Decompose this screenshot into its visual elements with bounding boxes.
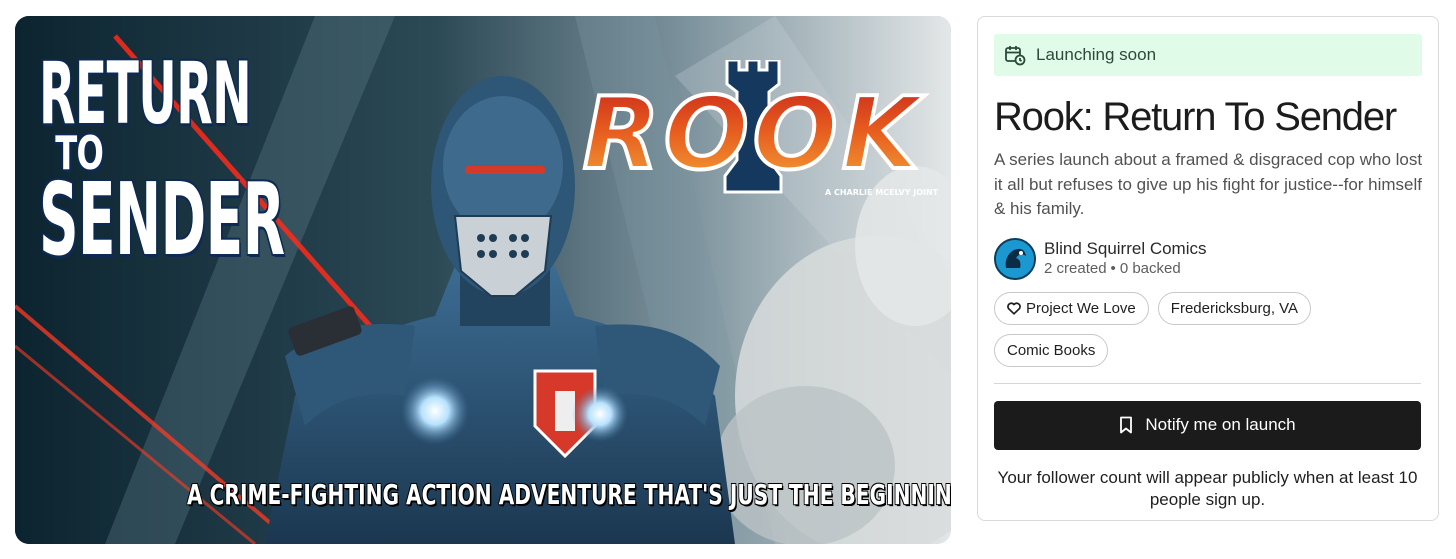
creator-block[interactable]: Blind Squirrel Comics 2 created • 0 backed (994, 237, 1422, 280)
project-info-card: Launching soon Rook: Return To Sender A … (977, 16, 1439, 521)
tag-label: Fredericksburg, VA (1170, 299, 1299, 317)
tag-label: Comic Books (1007, 341, 1096, 359)
creator-stats: 2 created • 0 backed (1044, 259, 1207, 279)
follower-count-notice: Your follower count will appear publicly… (997, 467, 1418, 509)
creator-avatar[interactable] (994, 237, 1036, 280)
creator-name[interactable]: Blind Squirrel Comics (1044, 238, 1207, 259)
project-hero-image[interactable]: RETURN TO SENDER ROOK A CHARLIE MCELVY J… (15, 16, 951, 544)
rook-logo: ROOK A CHARLIE MCELVY JOINT (567, 60, 939, 200)
notify-me-button[interactable]: Notify me on launch (994, 400, 1421, 450)
notify-me-label: Notify me on launch (1145, 415, 1296, 434)
tag-label: Project We Love (1026, 299, 1136, 317)
stats-separator: • (1110, 260, 1116, 277)
project-title: Rook: Return To Sender (994, 95, 1397, 139)
logo-title-line1: RETURN (39, 44, 252, 144)
calendar-clock-icon (1004, 44, 1026, 66)
tag-project-we-love[interactable]: Project We Love (994, 291, 1149, 325)
project-tags: Project We Love Fredericksburg, VA Comic… (994, 291, 1426, 376)
divider (994, 382, 1421, 384)
rook-logo-credit: A CHARLIE MCELVY JOINT (825, 188, 939, 197)
creator-created-count: 2 created (1044, 260, 1107, 277)
rook-logo-text: ROOK (567, 78, 939, 190)
creator-backed-count: 0 backed (1119, 260, 1181, 277)
return-to-sender-logo: RETURN TO SENDER (39, 44, 309, 278)
hero-tagline: A CRIME-FIGHTING ACTION ADVENTURE THAT'S… (187, 478, 951, 511)
launching-soon-label: Launching soon (1036, 45, 1157, 64)
heart-icon (1007, 301, 1021, 315)
bookmark-icon (1119, 416, 1133, 434)
logo-title-line2: SENDER (39, 160, 285, 278)
project-blurb: A series launch about a framed & disgrac… (994, 150, 1423, 218)
tag-category[interactable]: Comic Books (994, 333, 1109, 367)
launching-soon-banner: Launching soon (994, 34, 1422, 76)
tag-location[interactable]: Fredericksburg, VA (1157, 291, 1312, 325)
